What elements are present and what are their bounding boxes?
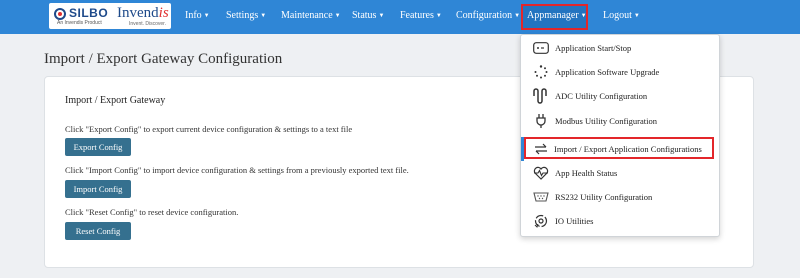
logo[interactable]: SILBO An Invendis Product Invendis Inven… <box>49 3 171 29</box>
nav-info[interactable]: Info ▼ <box>185 10 210 21</box>
nav-configuration-label: Configuration <box>456 10 513 21</box>
swap-arrows-icon <box>533 142 549 156</box>
serial-port-icon <box>533 190 549 204</box>
caret-down-icon: ▼ <box>633 13 640 19</box>
menu-item-label: RS232 Utility Configuration <box>555 192 653 202</box>
nav-info-label: Info <box>185 10 202 21</box>
terminal-icon <box>533 41 549 55</box>
appmanager-dropdown: Application Start/Stop Application Softw… <box>520 34 720 237</box>
menu-item-label: Application Start/Stop <box>555 43 632 53</box>
logo-tagline: Invent. Discover. <box>129 21 166 27</box>
page-title: Import / Export Gateway Configuration <box>44 51 283 67</box>
logo-company-main: Invend <box>117 5 159 21</box>
reset-config-button[interactable]: Reset Config <box>65 222 131 240</box>
export-config-button[interactable]: Export Config <box>65 138 131 156</box>
silbo-logo-icon <box>54 8 66 20</box>
menu-item-label: ADC Utility Configuration <box>555 91 648 101</box>
logo-subtitle: An Invendis Product <box>57 20 102 26</box>
menu-item-label: IO Utilities <box>555 216 594 226</box>
menu-item-import-export-application-configurations[interactable]: Import / Export Application Configuratio… <box>521 137 719 161</box>
caret-down-icon: ▼ <box>514 13 521 19</box>
heartbeat-icon <box>533 166 549 180</box>
nav-logout-label: Logout <box>603 10 632 21</box>
card-title: Import / Export Gateway <box>65 95 166 106</box>
menu-item-label: App Health Status <box>555 168 618 178</box>
menu-item-application-start-stop[interactable]: Application Start/Stop <box>521 36 719 60</box>
menu-item-modbus-utility-configuration[interactable]: Modbus Utility Configuration <box>521 109 719 133</box>
nav-features[interactable]: Features ▼ <box>400 10 442 21</box>
menu-item-adc-utility-configuration[interactable]: ADC Utility Configuration <box>521 84 719 108</box>
reset-description: Click "Reset Config" to reset device con… <box>65 207 239 217</box>
nav-maintenance-label: Maintenance <box>281 10 333 21</box>
nav-features-label: Features <box>400 10 434 21</box>
import-description: Click "Import Config" to import device c… <box>65 165 409 175</box>
menu-item-io-utilities[interactable]: IO Utilities <box>521 209 719 233</box>
nav-maintenance[interactable]: Maintenance ▼ <box>281 10 341 21</box>
plug-icon <box>533 114 549 128</box>
nav-logout[interactable]: Logout ▼ <box>603 10 640 21</box>
nav-status[interactable]: Status ▼ <box>352 10 384 21</box>
menu-item-rs232-utility-configuration[interactable]: RS232 Utility Configuration <box>521 185 719 209</box>
caret-down-icon: ▼ <box>260 13 267 19</box>
logo-brand: SILBO <box>69 6 109 20</box>
nav-appmanager[interactable]: Appmanager ▼ <box>527 10 587 21</box>
menu-item-label: Application Software Upgrade <box>555 67 660 77</box>
caret-down-icon: ▼ <box>378 13 385 19</box>
loading-dots-icon <box>533 65 549 79</box>
gear-sync-icon <box>533 214 549 228</box>
top-navbar: SILBO An Invendis Product Invendis Inven… <box>0 0 800 34</box>
nav-configuration[interactable]: Configuration ▼ <box>456 10 520 21</box>
caret-down-icon: ▼ <box>334 13 341 19</box>
logo-company-accent: is <box>158 5 169 21</box>
caret-down-icon: ▼ <box>203 13 210 19</box>
caret-down-icon: ▼ <box>580 13 587 19</box>
waveform-icon <box>533 88 549 104</box>
nav-settings-label: Settings <box>226 10 259 21</box>
menu-item-label: Modbus Utility Configuration <box>555 116 657 126</box>
logo-company: Invendis <box>117 5 169 22</box>
nav-status-label: Status <box>352 10 377 21</box>
nav-settings[interactable]: Settings ▼ <box>226 10 266 21</box>
nav-appmanager-label: Appmanager <box>527 10 579 21</box>
menu-item-label: Import / Export Application Configuratio… <box>554 144 702 154</box>
caret-down-icon: ▼ <box>435 13 442 19</box>
export-description: Click "Export Config" to export current … <box>65 124 353 134</box>
menu-item-application-software-upgrade[interactable]: Application Software Upgrade <box>521 60 719 84</box>
import-config-button[interactable]: Import Config <box>65 180 131 198</box>
menu-item-app-health-status[interactable]: App Health Status <box>521 161 719 185</box>
